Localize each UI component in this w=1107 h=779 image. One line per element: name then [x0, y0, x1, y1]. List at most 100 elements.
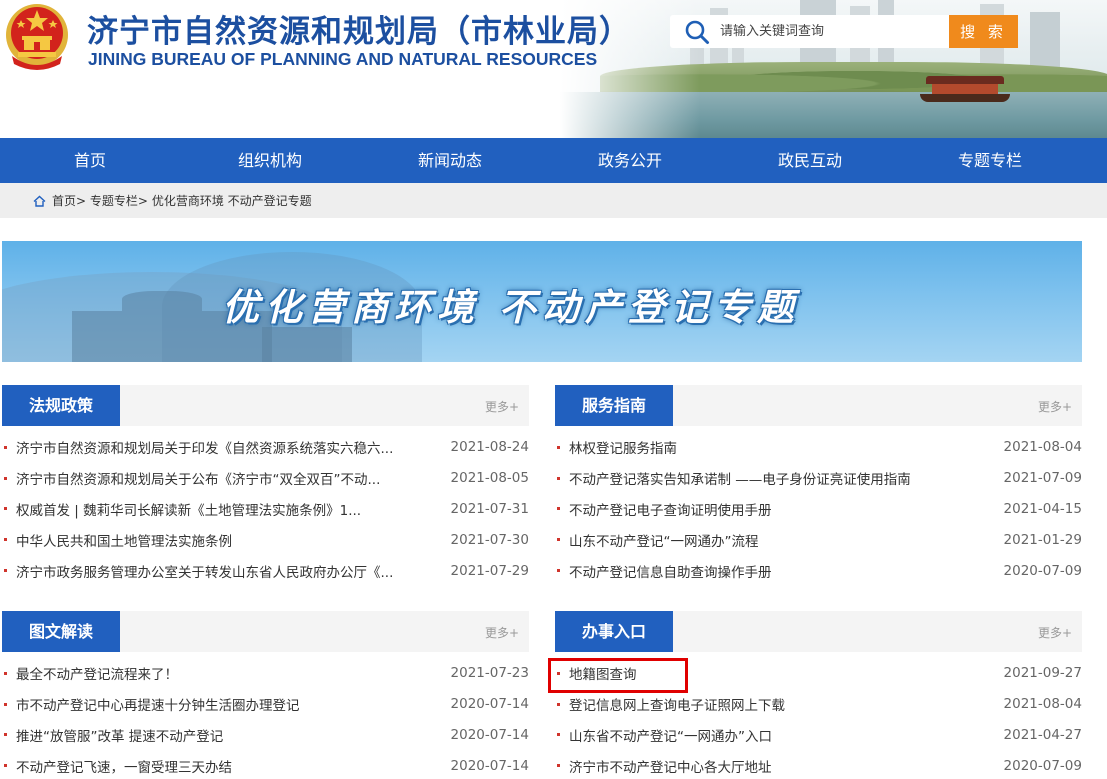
panel-title: 服务指南: [555, 385, 673, 426]
site-header: 济宁市自然资源和规划局（市林业局） JINING BUREAU OF PLANN…: [0, 0, 1107, 138]
article-date: 2021-09-27: [1003, 665, 1082, 682]
main-nav: 首页 组织机构 新闻动态 政务公开 政民互动 专题专栏: [0, 138, 1107, 183]
nav-item-home[interactable]: 首页: [0, 138, 180, 183]
panel-laws-policies: 法规政策 更多+ 济宁市自然资源和规划局关于印发《自然资源系统落实六稳六... 2…: [2, 385, 529, 586]
article-list: 地籍图查询 2021-09-27 登记信息网上查询电子证照网上下载 2021-08-…: [555, 658, 1082, 779]
article-date: 2021-07-23: [450, 665, 529, 682]
article-link[interactable]: 推进“放管服”改革 提速不动产登记: [16, 725, 427, 745]
panel-graphic-interpretation: 图文解读 更多+ 最全不动产登记流程来了！ 2021-07-23 市不动产登记中心…: [2, 611, 529, 779]
bullet-icon: [557, 445, 560, 449]
list-item: 不动产登记信息自助查询操作手册 2020-07-09: [555, 555, 1082, 586]
panel-header: 图文解读 更多+: [2, 611, 529, 652]
article-link[interactable]: 济宁市政务服务管理办公室关于转发山东省人民政府办公厅《...: [16, 561, 427, 581]
bullet-icon: [4, 764, 7, 768]
article-link[interactable]: 最全不动产登记流程来了！: [16, 663, 427, 683]
article-link[interactable]: 济宁市不动产登记中心各大厅地址: [569, 756, 980, 776]
article-date: 2021-08-05: [450, 470, 529, 487]
bullet-icon: [4, 733, 7, 737]
breadcrumb-separator: >: [137, 193, 148, 208]
cadastral-map-query-link[interactable]: 地籍图查询: [569, 663, 980, 683]
list-item: 济宁市自然资源和规划局关于印发《自然资源系统落实六稳六... 2021-08-24: [2, 432, 529, 463]
nav-item-organization[interactable]: 组织机构: [180, 138, 360, 183]
article-link[interactable]: 济宁市自然资源和规划局关于公布《济宁市“双全双百”不动...: [16, 468, 427, 488]
bullet-icon: [4, 702, 7, 706]
bullet-icon: [4, 671, 7, 675]
breadcrumb-home[interactable]: 首页: [52, 192, 76, 209]
nav-item-government-affairs[interactable]: 政务公开: [540, 138, 720, 183]
article-date: 2021-07-31: [450, 500, 529, 517]
search-box: [670, 15, 950, 48]
article-date: 2021-04-15: [1003, 500, 1082, 517]
bullet-icon: [4, 507, 7, 511]
list-item: 济宁市自然资源和规划局关于公布《济宁市“双全双百”不动... 2021-08-05: [2, 463, 529, 494]
list-item: 权威首发 | 魏莉华司长解读新《土地管理法实施条例》1... 2021-07-31: [2, 494, 529, 525]
list-item: 中华人民共和国土地管理法实施条例 2021-07-30: [2, 524, 529, 555]
article-date: 2021-04-27: [1003, 726, 1082, 743]
search-input[interactable]: [720, 24, 940, 39]
list-item: 不动产登记落实告知承诺制 ——电子身份证亮证使用指南 2021-07-09: [555, 463, 1082, 494]
article-date: 2020-07-14: [450, 726, 529, 743]
bullet-icon: [557, 507, 560, 511]
panel-header: 法规政策 更多+: [2, 385, 529, 426]
article-link[interactable]: 山东省不动产登记“一网通办”入口: [569, 725, 980, 745]
bullet-icon: [4, 538, 7, 542]
panel-service-guide: 服务指南 更多+ 林权登记服务指南 2021-08-04 不动产登记落实告知承诺制…: [555, 385, 1082, 586]
panel-title: 法规政策: [2, 385, 120, 426]
article-date: 2020-07-14: [450, 757, 529, 774]
more-link[interactable]: 更多+: [1038, 398, 1072, 415]
site-title-chinese: 济宁市自然资源和规划局（市林业局）: [87, 14, 631, 50]
national-emblem-icon: [6, 4, 68, 70]
list-item: 济宁市不动产登记中心各大厅地址 2020-07-09: [555, 750, 1082, 779]
list-item: 山东不动产登记“一网通办”流程 2021-01-29: [555, 524, 1082, 555]
list-item: 山东省不动产登记“一网通办”入口 2021-04-27: [555, 720, 1082, 751]
panel-title: 办事入口: [555, 611, 673, 652]
article-link[interactable]: 中华人民共和国土地管理法实施条例: [16, 530, 427, 550]
list-item: 登记信息网上查询电子证照网上下载 2021-08-04: [555, 689, 1082, 720]
article-link[interactable]: 不动产登记信息自助查询操作手册: [569, 561, 980, 581]
article-link[interactable]: 权威首发 | 魏莉华司长解读新《土地管理法实施条例》1...: [16, 499, 427, 519]
article-link[interactable]: 不动产登记落实告知承诺制 ——电子身份证亮证使用指南: [569, 468, 980, 488]
article-date: 2021-07-09: [1003, 470, 1082, 487]
article-date: 2020-07-14: [450, 696, 529, 713]
breadcrumb-special-topics[interactable]: 专题专栏: [90, 192, 138, 209]
nav-item-news[interactable]: 新闻动态: [360, 138, 540, 183]
home-icon: [33, 195, 46, 207]
article-date: 2020-07-09: [1003, 757, 1082, 774]
article-link[interactable]: 不动产登记电子查询证明使用手册: [569, 499, 980, 519]
article-date: 2020-07-09: [1003, 562, 1082, 579]
breadcrumb-separator: >: [76, 193, 87, 208]
article-date: 2021-01-29: [1003, 531, 1082, 548]
article-date: 2021-08-04: [1003, 439, 1082, 456]
panel-header: 办事入口 更多+: [555, 611, 1082, 652]
article-link[interactable]: 登记信息网上查询电子证照网上下载: [569, 694, 980, 714]
more-link[interactable]: 更多+: [485, 398, 519, 415]
article-link[interactable]: 不动产登记飞速，一窗受理三天办结: [16, 756, 427, 776]
bullet-icon: [557, 733, 560, 737]
bullet-icon: [557, 569, 560, 573]
panel-service-entry: 办事入口 更多+ 地籍图查询 2021-09-27 登记信息网上查询电子证照网上下…: [555, 611, 1082, 779]
list-item: 林权登记服务指南 2021-08-04: [555, 432, 1082, 463]
more-link[interactable]: 更多+: [1038, 624, 1072, 641]
list-item: 市不动产登记中心再提速十分钟生活圈办理登记 2020-07-14: [2, 689, 529, 720]
article-list: 最全不动产登记流程来了！ 2021-07-23 市不动产登记中心再提速十分钟生活圈…: [2, 658, 529, 779]
bullet-icon: [557, 538, 560, 542]
list-item: 济宁市政务服务管理办公室关于转发山东省人民政府办公厅《... 2021-07-29: [2, 555, 529, 586]
article-date: 2021-08-24: [450, 439, 529, 456]
list-item: 最全不动产登记流程来了！ 2021-07-23: [2, 658, 529, 689]
article-link[interactable]: 林权登记服务指南: [569, 437, 980, 457]
bullet-icon: [557, 702, 560, 706]
bullet-icon: [4, 569, 7, 573]
more-link[interactable]: 更多+: [485, 624, 519, 641]
article-link[interactable]: 济宁市自然资源和规划局关于印发《自然资源系统落实六稳六...: [16, 437, 427, 457]
search-icon: [685, 20, 709, 44]
nav-item-interaction[interactable]: 政民互动: [720, 138, 900, 183]
search-button[interactable]: 搜 索: [949, 15, 1018, 48]
panel-header: 服务指南 更多+: [555, 385, 1082, 426]
article-list: 林权登记服务指南 2021-08-04 不动产登记落实告知承诺制 ——电子身份证亮…: [555, 432, 1082, 586]
breadcrumb-current: 优化营商环境 不动产登记专题: [151, 194, 312, 208]
article-link[interactable]: 山东不动产登记“一网通办”流程: [569, 530, 980, 550]
nav-item-special-topics[interactable]: 专题专栏: [900, 138, 1080, 183]
article-date: 2021-07-30: [450, 531, 529, 548]
bullet-icon: [557, 764, 560, 768]
article-link[interactable]: 市不动产登记中心再提速十分钟生活圈办理登记: [16, 694, 427, 714]
